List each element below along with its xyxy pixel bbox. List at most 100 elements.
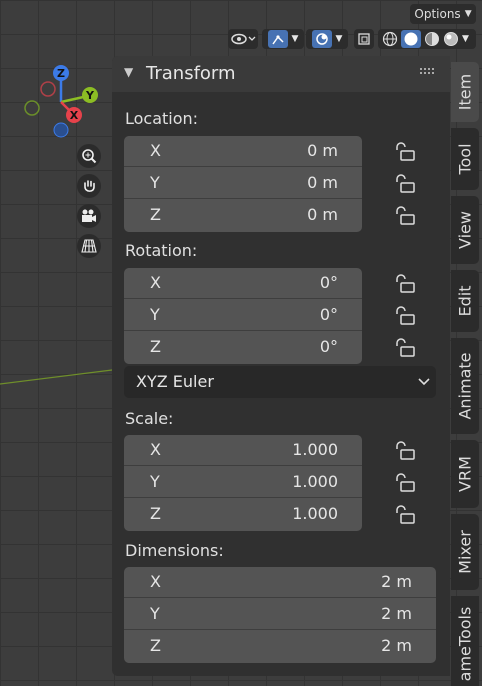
xray-icon	[358, 33, 370, 45]
field-value: 2 m	[381, 636, 412, 655]
eye-pointer-icon	[231, 33, 256, 45]
axis-label: X	[150, 440, 161, 459]
scale-x-field[interactable]: X 1.000	[124, 435, 362, 466]
field-value: 0°	[319, 305, 338, 324]
chevron-down-icon: ▼	[335, 34, 343, 44]
tab-label: VRM	[455, 456, 475, 492]
field-value: 0 m	[307, 173, 338, 192]
axis-label: Y	[150, 472, 160, 491]
negative-x-handle	[40, 81, 56, 97]
negative-z-handle	[53, 122, 69, 138]
rotation-mode-select[interactable]: XYZ Euler	[124, 366, 436, 398]
material-shading-icon[interactable]	[424, 31, 440, 47]
dimensions-z-field[interactable]: Z 2 m	[124, 631, 436, 662]
field-value: 0°	[319, 273, 338, 292]
overlay-toggle[interactable]: ▼	[306, 29, 348, 49]
zoom-icon	[82, 149, 97, 164]
field-value: 1.000	[292, 440, 338, 459]
lock-scale-y-icon[interactable]	[394, 473, 418, 493]
tab-animate[interactable]: Animate	[451, 338, 479, 434]
axis-label: X	[150, 572, 161, 591]
dimensions-x-field[interactable]: X 2 m	[124, 567, 436, 598]
chevron-down-icon	[418, 378, 430, 386]
field-value: 1.000	[292, 472, 338, 491]
xray-toggle[interactable]	[354, 29, 374, 49]
lock-rotation-y-icon[interactable]	[394, 306, 418, 326]
axis-label: Y	[150, 173, 160, 192]
overlay-icon	[311, 30, 332, 48]
panel-header[interactable]: ▼ Transform	[112, 56, 450, 92]
lock-location-x-icon[interactable]	[394, 142, 418, 162]
panel-title: Transform	[146, 63, 236, 84]
visibility-dropdown[interactable]	[228, 29, 258, 49]
axis-label: Z	[150, 337, 161, 356]
solid-shading-icon[interactable]	[401, 30, 421, 48]
collapse-triangle-icon[interactable]: ▼	[124, 65, 133, 79]
field-value: 0 m	[307, 205, 338, 224]
lock-rotation-z-icon[interactable]	[394, 338, 418, 358]
location-label: Location:	[125, 109, 199, 128]
lock-location-y-icon[interactable]	[394, 174, 418, 194]
options-label: Options	[414, 7, 461, 21]
tab-label: ameTools	[455, 606, 475, 682]
camera-view-button[interactable]	[77, 204, 101, 228]
lock-scale-z-icon[interactable]	[394, 505, 418, 525]
tab-vrm[interactable]: VRM	[451, 440, 479, 508]
navigation-gizmo[interactable]: Z Y X	[18, 62, 108, 140]
camera-icon	[82, 209, 96, 222]
x-axis-label: X	[70, 109, 79, 122]
tab-item[interactable]: Item	[451, 62, 479, 122]
axis-label: X	[150, 273, 161, 292]
gizmo-icon	[267, 30, 288, 48]
tab-edit[interactable]: Edit	[451, 270, 479, 332]
rotation-label: Rotation:	[125, 241, 198, 260]
tab-gametools[interactable]: ameTools	[451, 596, 479, 686]
rotation-y-field[interactable]: Y 0°	[124, 300, 362, 331]
lock-scale-x-icon[interactable]	[394, 441, 418, 461]
chevron-down-icon[interactable]: ▼	[462, 34, 469, 44]
axis-label: Z	[150, 636, 161, 655]
tab-label: Edit	[455, 285, 475, 317]
axis-label: Y	[150, 604, 160, 623]
lock-location-z-icon[interactable]	[394, 206, 418, 226]
transform-panel: ▼ Transform Location: X 0 m Y 0 m Z 0 m Rot…	[112, 56, 450, 676]
dimensions-label: Dimensions:	[125, 541, 224, 560]
options-dropdown[interactable]: Options ▼	[410, 4, 476, 24]
gizmo-toggle[interactable]: ▼	[262, 29, 304, 49]
tab-mixer[interactable]: Mixer	[451, 514, 479, 590]
scale-z-field[interactable]: Z 1.000	[124, 499, 362, 530]
field-value: 0°	[319, 337, 338, 356]
lock-rotation-x-icon[interactable]	[394, 274, 418, 294]
location-z-field[interactable]: Z 0 m	[124, 200, 362, 231]
axis-label: Y	[150, 305, 160, 324]
scale-fields: X 1.000 Y 1.000 Z 1.000	[124, 435, 362, 531]
tab-label: Mixer	[455, 530, 475, 574]
rotation-mode-value: XYZ Euler	[136, 372, 214, 391]
zoom-button[interactable]	[77, 144, 101, 168]
chevron-down-icon: ▼	[291, 34, 299, 44]
pan-button[interactable]	[77, 174, 101, 198]
rotation-z-field[interactable]: Z 0°	[124, 332, 362, 363]
field-value: 2 m	[381, 572, 412, 591]
location-x-field[interactable]: X 0 m	[124, 136, 362, 167]
drag-handle-icon[interactable]	[420, 68, 436, 76]
tab-view[interactable]: View	[451, 196, 479, 264]
axis-label: Z	[150, 504, 161, 523]
location-y-field[interactable]: Y 0 m	[124, 168, 362, 199]
grid-perspective-icon	[81, 239, 97, 253]
field-value: 1.000	[292, 504, 338, 523]
wireframe-shading-icon[interactable]	[382, 31, 398, 47]
rotation-fields: X 0° Y 0° Z 0°	[124, 268, 362, 364]
shading-modes[interactable]: ▼	[378, 29, 476, 49]
perspective-toggle-button[interactable]	[77, 234, 101, 258]
field-value: 2 m	[381, 604, 412, 623]
scale-y-field[interactable]: Y 1.000	[124, 467, 362, 498]
location-fields: X 0 m Y 0 m Z 0 m	[124, 136, 362, 232]
tab-tool[interactable]: Tool	[451, 128, 479, 190]
dimensions-y-field[interactable]: Y 2 m	[124, 599, 436, 630]
axis-label: Z	[150, 205, 161, 224]
rotation-x-field[interactable]: X 0°	[124, 268, 362, 299]
chevron-down-icon: ▼	[464, 9, 472, 19]
rendered-shading-icon[interactable]	[443, 31, 459, 47]
tab-label: Tool	[455, 143, 475, 175]
